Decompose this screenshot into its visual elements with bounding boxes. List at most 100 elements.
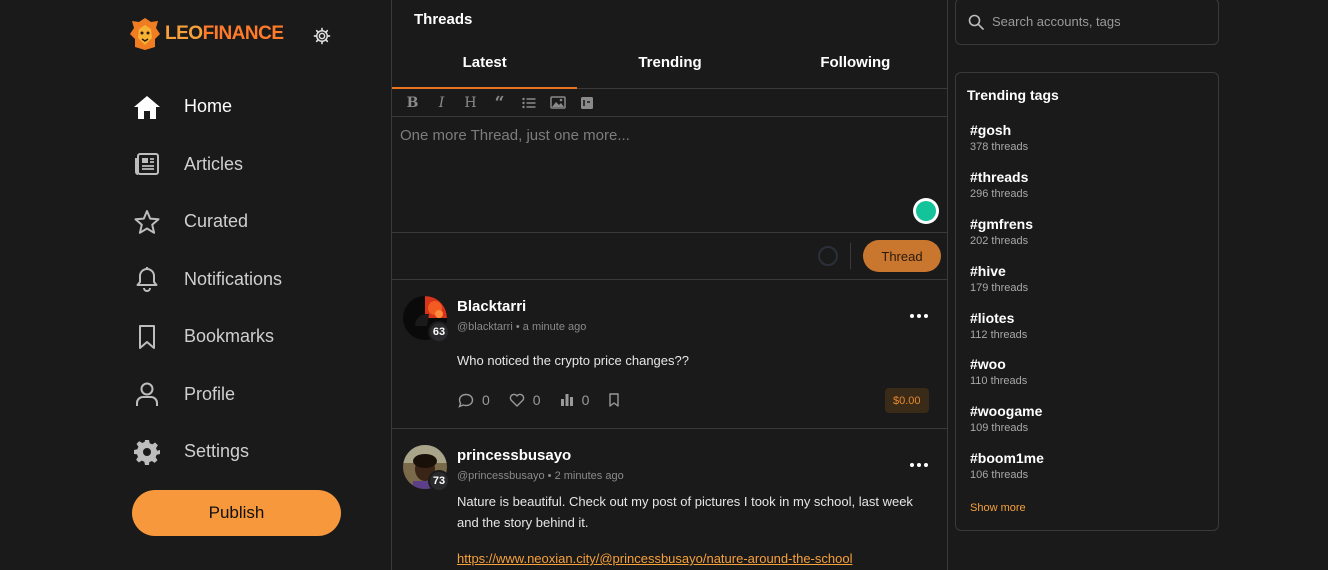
post-handle[interactable]: @princessbusayo bbox=[457, 470, 545, 482]
more-options-icon[interactable] bbox=[907, 459, 931, 471]
trending-tag[interactable]: #woogame 109 threads bbox=[970, 403, 1044, 450]
italic-icon[interactable]: I bbox=[427, 91, 456, 115]
bell-icon bbox=[132, 264, 162, 294]
post-author[interactable]: Blacktarri bbox=[457, 298, 526, 315]
thread-input[interactable] bbox=[400, 127, 940, 197]
divider bbox=[850, 243, 851, 269]
gear-icon bbox=[132, 437, 162, 467]
show-more-link[interactable]: Show more bbox=[970, 502, 1026, 514]
bookmark-icon bbox=[132, 322, 162, 352]
publish-button[interactable]: Publish bbox=[132, 490, 341, 536]
home-icon bbox=[132, 92, 162, 122]
post-meta: @blacktarri • a minute ago bbox=[457, 321, 586, 333]
tag-count: 378 threads bbox=[970, 141, 1029, 153]
nav-item-label: Settings bbox=[184, 441, 250, 462]
tag-count: 112 threads bbox=[970, 328, 1028, 341]
tab-trending[interactable]: Trending bbox=[577, 44, 762, 88]
tag-count: 106 threads bbox=[970, 469, 1029, 482]
tab-latest[interactable]: Latest bbox=[392, 44, 578, 89]
bookmark-icon bbox=[609, 393, 620, 407]
tab-following[interactable]: Following bbox=[763, 44, 948, 88]
nav-item-label: Articles bbox=[184, 153, 244, 174]
reputation-badge: 63 bbox=[428, 321, 450, 343]
quote-icon[interactable]: “ bbox=[485, 91, 514, 115]
search-input[interactable] bbox=[992, 14, 1212, 29]
comment-icon bbox=[458, 393, 474, 408]
nav-item-curated[interactable]: Curated bbox=[132, 193, 282, 251]
nav-item-profile[interactable]: Profile bbox=[132, 366, 282, 424]
trending-tag[interactable]: #gosh 378 threads bbox=[970, 122, 1044, 169]
tag-count: 109 threads bbox=[970, 422, 1029, 435]
search-icon bbox=[968, 14, 984, 30]
grammarly-icon[interactable] bbox=[913, 198, 939, 224]
reputation-badge: 73 bbox=[428, 470, 450, 492]
trending-tag[interactable]: #hive 179 threads bbox=[970, 263, 1044, 310]
nav-item-notifications[interactable]: Notifications bbox=[132, 251, 282, 309]
tag-name: #gmfrens bbox=[970, 215, 1034, 232]
comment-button[interactable]: 0 bbox=[458, 392, 490, 408]
bar-chart-icon bbox=[560, 394, 573, 406]
nav-item-home[interactable]: Home bbox=[132, 78, 282, 136]
tag-count: 296 threads bbox=[970, 187, 1029, 200]
bookmark-button[interactable] bbox=[608, 393, 620, 407]
comment-count: 0 bbox=[482, 392, 490, 408]
trending-title: Trending tags bbox=[967, 87, 1059, 103]
star-icon bbox=[132, 207, 162, 237]
trending-tags-list: #gosh 378 threads #threads 296 threads #gm… bbox=[970, 122, 1044, 497]
image-icon[interactable] bbox=[543, 91, 572, 115]
thread-post: 63 Blacktarri @blacktarri • a minute ago… bbox=[392, 280, 948, 429]
votes-button[interactable]: 0 bbox=[560, 392, 590, 408]
post-link[interactable]: https://www.neoxian.city/@princessbusayo… bbox=[457, 551, 852, 566]
nav-item-bookmarks[interactable]: Bookmarks bbox=[132, 308, 282, 366]
tag-name: #woo bbox=[970, 356, 1006, 373]
post-body: Who noticed the crypto price changes?? bbox=[457, 353, 689, 368]
trending-tags-panel: Trending tags #gosh 378 threads #threads 2… bbox=[955, 72, 1219, 531]
logo-wordmark: LEOFINANCE bbox=[165, 23, 284, 44]
more-options-icon[interactable] bbox=[907, 310, 931, 322]
media-icon[interactable] bbox=[572, 91, 601, 115]
post-time: 2 minutes ago bbox=[554, 470, 624, 482]
leofinance-logo[interactable]: LEOFINANCE bbox=[129, 16, 284, 52]
like-button[interactable]: 0 bbox=[509, 392, 541, 408]
payout-badge[interactable]: $0.00 bbox=[885, 388, 929, 413]
heading-icon[interactable]: H bbox=[456, 91, 485, 115]
lion-logo-icon bbox=[130, 18, 160, 50]
meta-separator: • bbox=[515, 321, 523, 333]
tag-name: #hive bbox=[970, 262, 1006, 279]
tag-name: #threads bbox=[970, 168, 1029, 185]
trending-tag[interactable]: #woo 110 threads bbox=[970, 356, 1044, 403]
post-handle[interactable]: @blacktarri bbox=[457, 321, 513, 333]
gear-icon[interactable] bbox=[313, 27, 331, 45]
feed-tabs: Latest Trending Following bbox=[392, 44, 948, 89]
post-meta: @princessbusayo • 2 minutes ago bbox=[457, 470, 624, 482]
user-icon bbox=[132, 379, 162, 409]
nav-item-label: Home bbox=[184, 96, 233, 117]
trending-tag[interactable]: #boom1me 106 threads bbox=[970, 450, 1044, 497]
threads-feed: Threads Latest Trending Following B I H … bbox=[391, 0, 948, 570]
tag-name: #gosh bbox=[970, 122, 1012, 138]
post-author[interactable]: princessbusayo bbox=[457, 447, 571, 464]
trending-tag[interactable]: #threads 296 threads bbox=[970, 169, 1044, 216]
character-counter bbox=[818, 246, 838, 266]
like-count: 0 bbox=[532, 392, 541, 408]
trending-tag[interactable]: #liotes 112 threads bbox=[970, 310, 1044, 357]
editor-toolbar: B I H “ bbox=[392, 89, 948, 117]
votes-count: 0 bbox=[581, 392, 590, 408]
post-actions: 0 0 0 bbox=[458, 392, 639, 408]
list-icon[interactable] bbox=[514, 91, 543, 115]
trending-tag[interactable]: #gmfrens 202 threads bbox=[970, 216, 1044, 263]
composer-actions: Thread bbox=[392, 233, 948, 280]
search-box bbox=[955, 0, 1219, 45]
meta-separator: • bbox=[547, 470, 555, 482]
tag-name: #woogame bbox=[970, 403, 1043, 420]
nav-item-articles[interactable]: Articles bbox=[132, 136, 282, 194]
thread-post: 73 princessbusayo @princessbusayo • 2 mi… bbox=[392, 429, 948, 570]
tag-name: #liotes bbox=[970, 309, 1015, 326]
tag-name: #boom1me bbox=[970, 450, 1044, 467]
bold-icon[interactable]: B bbox=[398, 91, 427, 115]
thread-submit-button[interactable]: Thread bbox=[863, 240, 941, 272]
left-sidebar: LEOFINANCE Home Articles Curated Notific… bbox=[0, 0, 391, 570]
nav-item-label: Curated bbox=[184, 211, 249, 232]
tag-count: 179 threads bbox=[970, 281, 1029, 294]
nav-item-settings[interactable]: Settings bbox=[132, 423, 282, 481]
